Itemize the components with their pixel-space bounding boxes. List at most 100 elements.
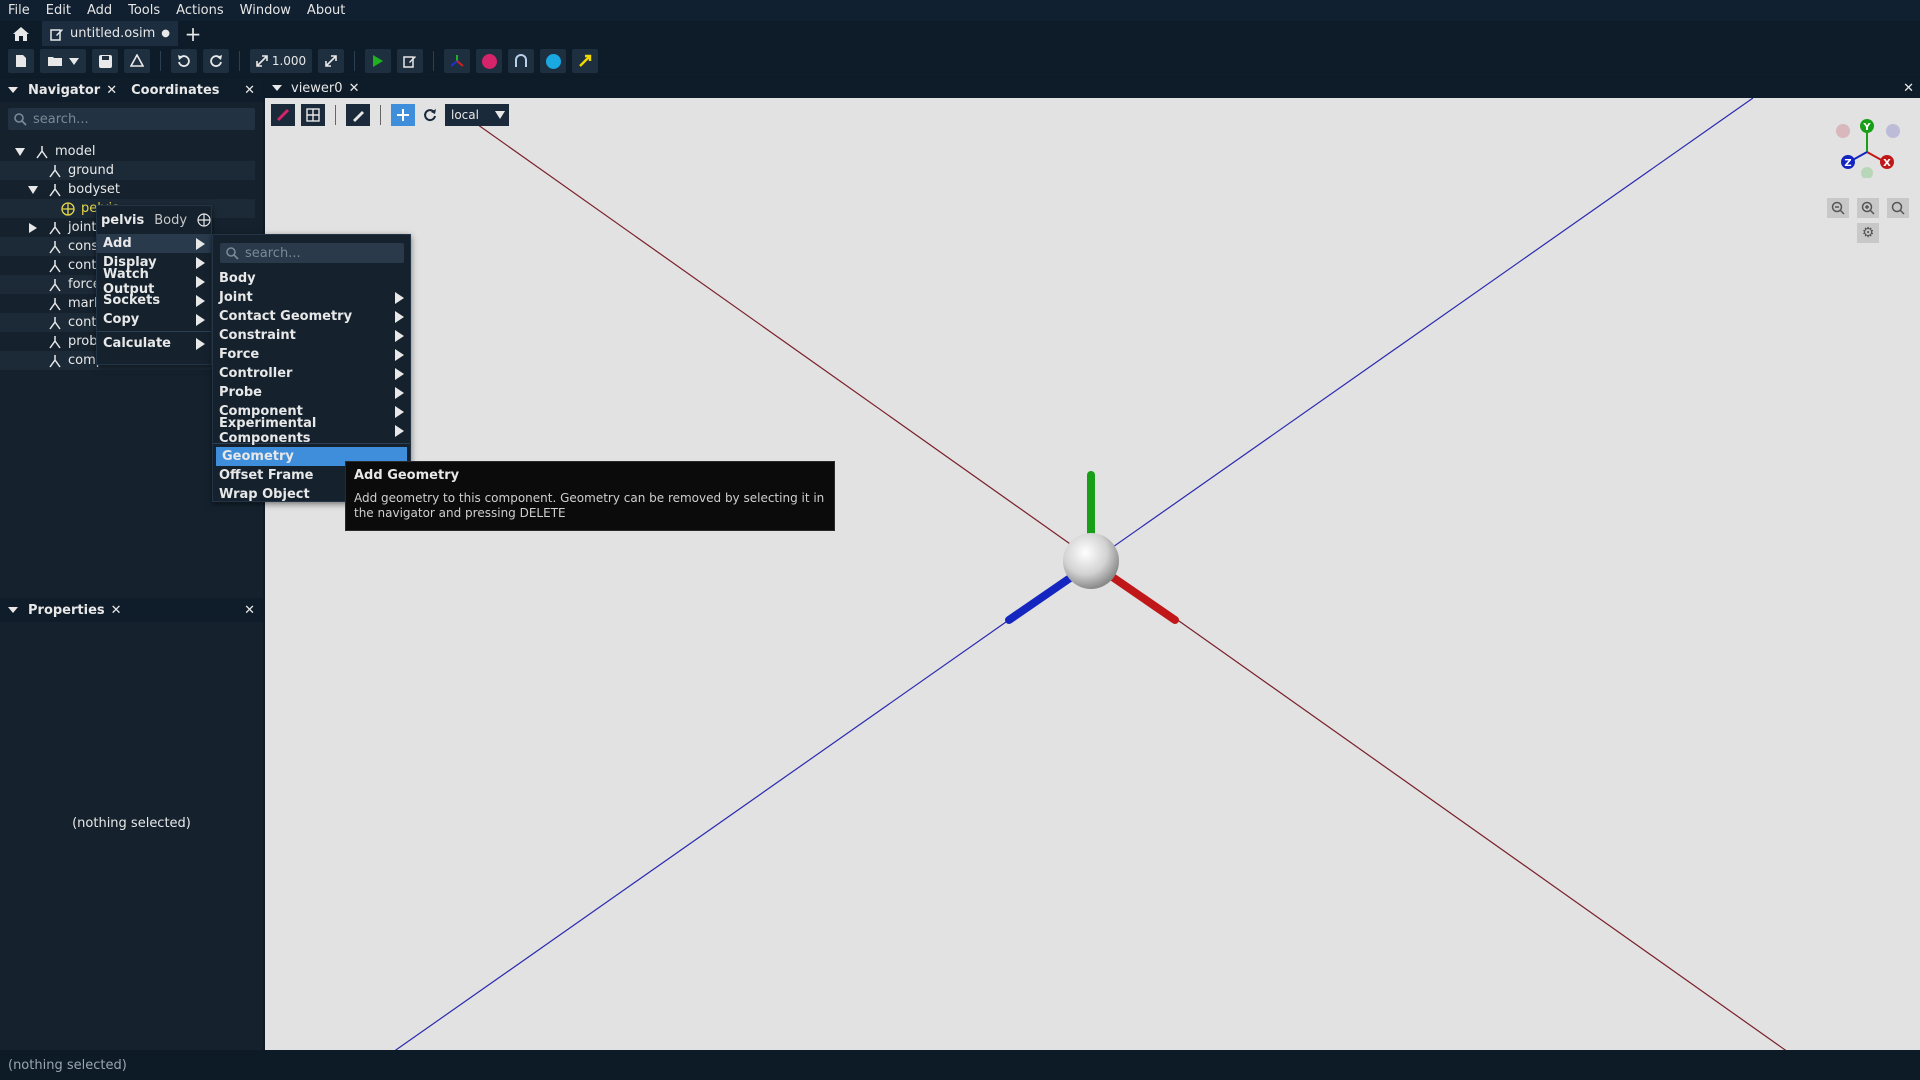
ground-origin-sphere[interactable] (1063, 533, 1119, 589)
menu-item-label: Copy (103, 312, 140, 327)
collapse-icon[interactable] (269, 82, 291, 94)
gizmo-neg-y[interactable] (1861, 167, 1873, 178)
force-arrow-icon (579, 54, 592, 67)
menu-item-calculate[interactable]: Calculate (97, 334, 211, 353)
rotate-gizmo-button[interactable] (421, 108, 439, 122)
contact-icon (545, 53, 561, 69)
close-viewer-icon[interactable]: ✕ (1903, 81, 1914, 96)
translate-gizmo-button[interactable] (391, 104, 415, 126)
menu-about[interactable]: About (299, 0, 353, 21)
redo-button[interactable] (203, 49, 229, 73)
menu-item-watch-output[interactable]: Watch Output (97, 267, 211, 297)
tree-item-label: model (55, 144, 96, 159)
toolbar-separator (354, 51, 355, 71)
scale-factor-control[interactable]: 1.000 (250, 49, 312, 73)
navigator-search-input[interactable]: search... (8, 108, 255, 130)
add-experimental-components[interactable]: Experimental Components (213, 416, 410, 446)
collapse-icon[interactable] (4, 604, 28, 616)
move-icon (397, 109, 409, 121)
menu-edit[interactable]: Edit (38, 0, 79, 21)
expand-arrow-icon[interactable] (28, 185, 38, 194)
tab-viewer0[interactable]: viewer0 (291, 81, 343, 96)
focus-icon (1891, 201, 1905, 215)
gizmo-neg-z[interactable] (1886, 124, 1900, 138)
open-file-button[interactable] (40, 49, 86, 73)
menu-item-label: Experimental Components (219, 415, 317, 446)
zoom-in-button[interactable] (1857, 198, 1879, 218)
3d-viewport[interactable]: local Y X Z ⚙ (265, 98, 1920, 1050)
context-component-type: Body (154, 212, 188, 228)
edit-sim-params-button[interactable] (397, 49, 423, 73)
tab-untitled-osim[interactable]: untitled.osim ● (42, 21, 179, 46)
show-wraps-button[interactable] (508, 49, 534, 73)
scene-options-button[interactable] (301, 104, 325, 126)
tree-item-bodyset[interactable]: bodyset (0, 180, 255, 199)
component-icon (36, 145, 48, 158)
gizmo-z-label: Z (1844, 158, 1851, 169)
zoom-out-icon (1831, 201, 1845, 215)
expand-icon (256, 55, 268, 67)
home-button[interactable] (0, 21, 42, 46)
new-file-button[interactable] (8, 49, 34, 73)
close-icon[interactable]: ✕ (111, 603, 122, 618)
menu-item-add[interactable]: Add (97, 234, 211, 253)
axes-gizmo[interactable]: Y X Z (1835, 118, 1905, 178)
new-tab-button[interactable]: + (178, 22, 208, 46)
collapse-icon[interactable] (4, 84, 28, 96)
close-icon[interactable]: ✕ (349, 81, 360, 96)
close-icon[interactable]: ✕ (106, 83, 117, 98)
menu-item-label: Wrap Object (219, 487, 310, 502)
add-probe[interactable]: Probe (213, 383, 410, 402)
submenu-arrow-icon (196, 313, 205, 326)
show-forces-button[interactable] (572, 49, 598, 73)
expand-arrow-icon[interactable] (15, 147, 25, 156)
expand-arrow-icon[interactable] (29, 222, 37, 233)
status-text: (nothing selected) (8, 1057, 127, 1073)
add-contact-geometry[interactable]: Contact Geometry (213, 307, 410, 326)
menu-item-label: Force (219, 347, 260, 362)
menu-item-label: Probe (219, 385, 262, 400)
folder-icon (48, 57, 62, 66)
play-icon (373, 55, 383, 67)
tab-properties[interactable]: Properties (28, 603, 105, 618)
menu-actions[interactable]: Actions (168, 0, 232, 21)
autoscale-button[interactable] (318, 49, 344, 73)
x-axis-stick (1107, 572, 1179, 624)
save-button[interactable] (92, 49, 118, 73)
reload-button[interactable] (124, 49, 150, 73)
menu-file[interactable]: File (0, 0, 38, 21)
zoom-controls (1827, 198, 1909, 218)
menu-tools[interactable]: Tools (120, 0, 168, 21)
menu-add[interactable]: Add (79, 0, 120, 21)
frame-mode-select[interactable]: local (445, 104, 509, 126)
show-contacts-button[interactable] (540, 49, 566, 73)
add-joint[interactable]: Joint (213, 288, 410, 307)
close-panel-icon[interactable]: ✕ (244, 83, 255, 98)
show-frames-button[interactable] (444, 49, 470, 73)
close-panel-icon[interactable]: ✕ (244, 603, 255, 618)
add-submenu-search-input[interactable]: search... (220, 243, 404, 263)
show-markers-button[interactable] (476, 49, 502, 73)
autofocus-button[interactable] (1887, 198, 1909, 218)
tree-item-model[interactable]: model (0, 142, 255, 161)
menu-item-copy[interactable]: Copy (97, 310, 211, 329)
add-body[interactable]: Body (213, 269, 410, 288)
undo-button[interactable] (171, 49, 197, 73)
add-constraint[interactable]: Constraint (213, 326, 410, 345)
tab-navigator[interactable]: Navigator (28, 83, 100, 98)
viewer-settings-button[interactable]: ⚙ (1857, 223, 1879, 243)
tree-item-ground[interactable]: ground (0, 161, 255, 180)
measure-button[interactable] (346, 104, 370, 126)
submenu-arrow-icon (196, 237, 205, 250)
add-controller[interactable]: Controller (213, 364, 410, 383)
gizmo-x-label: X (1883, 158, 1891, 169)
component-icon (49, 221, 61, 234)
tab-coordinates[interactable]: Coordinates (131, 83, 219, 98)
simulate-button[interactable] (365, 49, 391, 73)
menu-window[interactable]: Window (232, 0, 299, 21)
gizmo-neg-x[interactable] (1836, 124, 1850, 138)
ruler-button[interactable] (271, 104, 295, 126)
add-force[interactable]: Force (213, 345, 410, 364)
body-icon (61, 201, 75, 216)
zoom-out-button[interactable] (1827, 198, 1849, 218)
